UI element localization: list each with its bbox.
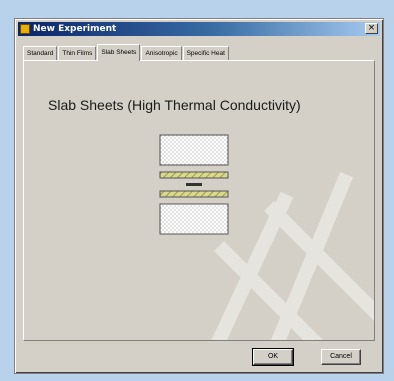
tab-strip: Standard Thin Films Slab Sheets Anisotro…	[23, 44, 230, 61]
tab-slab-sheets[interactable]: Slab Sheets	[97, 44, 141, 61]
tab-specific-heat[interactable]: Specific Heat	[182, 46, 229, 60]
new-experiment-dialog: New Experiment × Standard Thin Films Sla…	[14, 18, 384, 374]
slab-sample-diagram	[159, 134, 229, 235]
bottom-heater-layer	[159, 190, 229, 198]
window-title: New Experiment	[33, 24, 117, 34]
tab-thin-films[interactable]: Thin Films	[58, 46, 97, 60]
dialog-buttons: OK Cancel	[15, 348, 385, 369]
tab-standard[interactable]: Standard	[23, 46, 58, 60]
top-slab	[159, 134, 229, 166]
ok-button[interactable]: OK	[252, 348, 294, 366]
bottom-slab	[159, 203, 229, 235]
tab-anisotropic[interactable]: Anisotropic	[141, 46, 182, 60]
close-icon[interactable]: ×	[365, 23, 378, 34]
app-icon	[20, 24, 30, 34]
sample-layer	[186, 183, 202, 186]
tab-panel: Slab Sheets (High Thermal Conductivity)	[23, 60, 375, 341]
panel-heading: Slab Sheets (High Thermal Conductivity)	[48, 97, 301, 113]
top-heater-layer	[159, 171, 229, 179]
cancel-button[interactable]: Cancel	[321, 349, 361, 365]
title-bar[interactable]: New Experiment ×	[18, 22, 380, 36]
